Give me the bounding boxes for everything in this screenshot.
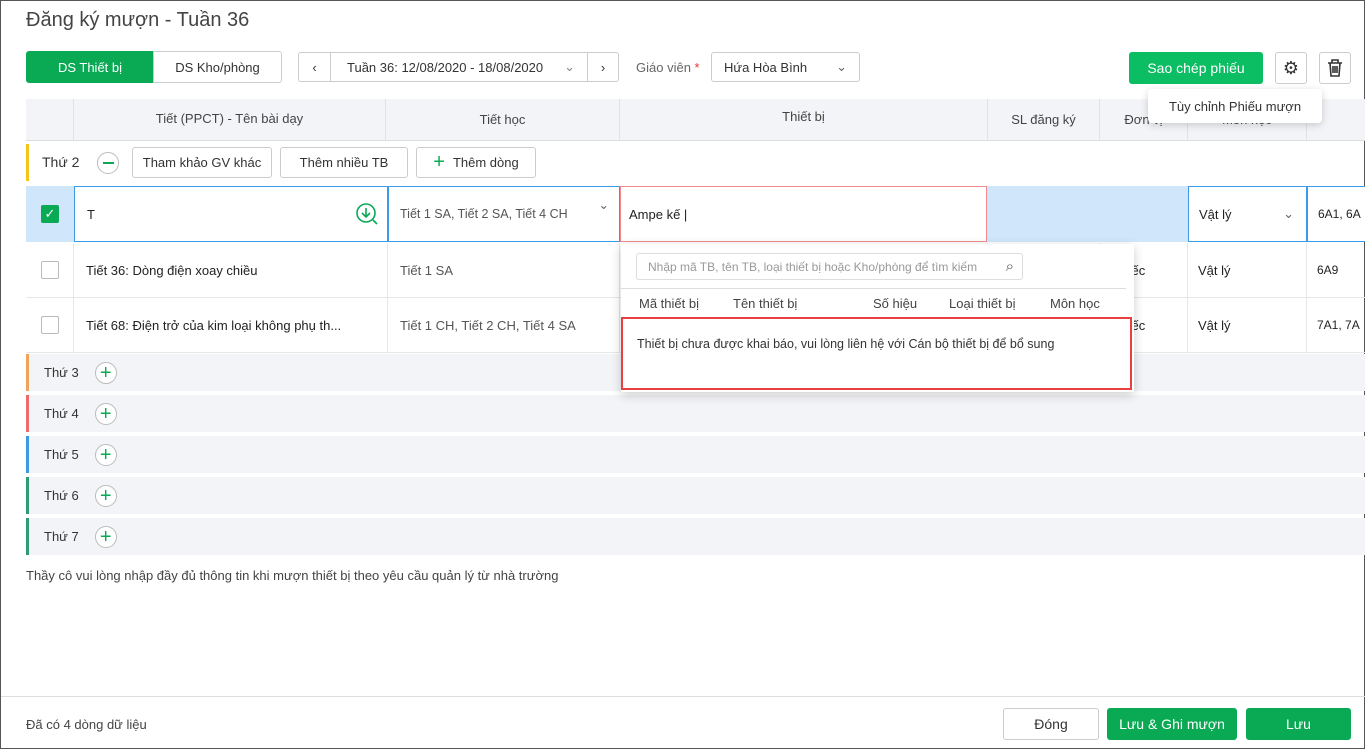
- subject-select[interactable]: Vật lý ⌄: [1188, 186, 1307, 242]
- teacher-label: Giáo viên: [636, 60, 691, 75]
- search-placeholder: Nhập mã TB, tên TB, loại thiết bị hoặc K…: [648, 259, 978, 274]
- day-label: Thứ 2: [42, 154, 80, 170]
- header-device: Thiết bị: [620, 99, 988, 141]
- chevron-down-icon: ⌄: [598, 198, 609, 212]
- row-checkbox-checked[interactable]: ✓: [41, 205, 59, 223]
- teacher-select[interactable]: Hứa Hòa Bình ⌄: [711, 52, 860, 82]
- download-circle-icon[interactable]: [355, 202, 379, 226]
- header-checkbox-col: [26, 99, 74, 141]
- settings-button[interactable]: ⚙: [1275, 52, 1307, 84]
- subject-cell[interactable]: Vật lý: [1188, 298, 1307, 353]
- lesson-value: T: [87, 206, 95, 222]
- device-search-input[interactable]: Nhập mã TB, tên TB, loại thiết bị hoặc K…: [636, 253, 1023, 280]
- week-select[interactable]: Tuần 36: 12/08/2020 - 18/08/2020 ⌄: [330, 52, 588, 82]
- day-group-thu-7: Thứ 7 +: [26, 518, 1365, 555]
- day-group-thu-4: Thứ 4 +: [26, 395, 1365, 432]
- dropdown-col-serial: Số hiệu: [873, 296, 918, 311]
- day-label: Thứ 5: [44, 447, 79, 462]
- plus-icon: +: [433, 151, 445, 173]
- day-label: Thứ 6: [44, 488, 79, 503]
- gear-icon: ⚙: [1282, 57, 1300, 78]
- row-checkbox[interactable]: [41, 316, 59, 334]
- device-input[interactable]: Ampe kế |: [620, 186, 987, 242]
- week-value: Tuần 36: 12/08/2020 - 18/08/2020: [347, 59, 544, 75]
- empty-message: Thiết bị chưa được khai báo, vui lòng li…: [621, 317, 1132, 390]
- class-cell[interactable]: 6A9: [1307, 243, 1365, 298]
- day-group-thu-5: Thứ 5 +: [26, 436, 1365, 473]
- settings-tooltip: Tùy chỉnh Phiếu mượn: [1148, 89, 1322, 123]
- periods-cell[interactable]: Tiết 1 SA: [388, 243, 620, 298]
- save-button[interactable]: Lưu: [1246, 708, 1351, 740]
- row-count: Đã có 4 dòng dữ liệu: [26, 717, 147, 732]
- add-row-plus-icon[interactable]: +: [94, 484, 117, 507]
- add-row-plus-icon[interactable]: +: [94, 443, 117, 466]
- class-cell[interactable]: 7A1, 7A: [1307, 298, 1365, 353]
- add-row-plus-icon[interactable]: +: [94, 361, 117, 384]
- dropdown-col-name: Tên thiết bị: [733, 296, 798, 311]
- collapse-day-button[interactable]: [97, 152, 119, 174]
- dropdown-col-code: Mã thiết bị: [639, 296, 699, 311]
- add-multiple-devices-button[interactable]: Thêm nhiều TB: [280, 147, 408, 178]
- day-label: Thứ 4: [44, 406, 79, 421]
- required-mark: *: [694, 60, 700, 75]
- periods-select[interactable]: Tiết 1 SA, Tiết 2 SA, Tiết 4 CH ⌄: [388, 186, 620, 242]
- day-label: Thứ 3: [44, 365, 79, 380]
- tab-ds-kho-phong[interactable]: DS Kho/phòng: [153, 51, 282, 83]
- reference-teacher-button[interactable]: Tham khảo GV khác: [132, 147, 272, 178]
- checkbox-cell: [26, 243, 74, 298]
- tab-ds-thiet-bi[interactable]: DS Thiết bị: [26, 51, 154, 83]
- day-group-thu-6: Thứ 6 +: [26, 477, 1365, 514]
- info-note: Thầy cô vui lòng nhập đầy đủ thông tin k…: [26, 568, 559, 583]
- chevron-down-icon: ⌄: [836, 59, 847, 74]
- copy-form-button[interactable]: Sao chép phiếu: [1129, 52, 1263, 84]
- class-input[interactable]: 6A1, 6A: [1307, 186, 1365, 242]
- add-row-label: Thêm dòng: [452, 155, 519, 170]
- add-row-plus-icon[interactable]: +: [94, 402, 117, 425]
- teacher-value: Hứa Hòa Bình: [724, 59, 808, 75]
- search-icon: ⌕: [1005, 258, 1014, 275]
- device-search-dropdown: Nhập mã TB, tên TB, loại thiết bị hoặc K…: [621, 244, 1134, 392]
- delete-button[interactable]: [1319, 52, 1351, 84]
- subject-value: Vật lý: [1199, 206, 1232, 222]
- header-periods: Tiết học: [386, 99, 620, 141]
- lesson-cell[interactable]: Tiết 36: Dòng điện xoay chiều: [74, 243, 388, 298]
- minus-icon: [102, 162, 114, 164]
- next-week-button[interactable]: ›: [587, 52, 619, 82]
- add-row-plus-icon[interactable]: +: [94, 525, 117, 548]
- header-lesson: Tiết (PPCT) - Tên bài dạy: [74, 99, 386, 141]
- close-button[interactable]: Đóng: [1003, 708, 1099, 740]
- header-quantity: SL đăng ký: [988, 99, 1100, 141]
- save-and-borrow-button[interactable]: Lưu & Ghi mượn: [1107, 708, 1237, 740]
- trash-icon: [1328, 59, 1342, 77]
- day-label: Thứ 7: [44, 529, 79, 544]
- periods-cell[interactable]: Tiết 1 CH, Tiết 2 CH, Tiết 4 SA: [388, 298, 620, 353]
- page-title: Đăng ký mượn - Tuần 36: [26, 9, 250, 31]
- chevron-down-icon: ⌄: [564, 59, 575, 74]
- dropdown-col-subject: Môn học: [1050, 296, 1100, 311]
- checkbox-cell: [26, 298, 74, 353]
- chevron-down-icon: ⌄: [1283, 206, 1294, 221]
- periods-value: Tiết 1 SA, Tiết 2 SA, Tiết 4 CH: [400, 207, 568, 221]
- lesson-input[interactable]: T: [74, 186, 388, 242]
- row-checkbox[interactable]: [41, 261, 59, 279]
- lesson-cell[interactable]: Tiết 68: Điện trở của kim loại không phụ…: [74, 298, 388, 353]
- subject-cell[interactable]: Vật lý: [1188, 243, 1307, 298]
- dropdown-col-type: Loại thiết bị: [949, 296, 1016, 311]
- add-row-button[interactable]: + Thêm dòng: [416, 147, 536, 178]
- prev-week-button[interactable]: ‹: [298, 52, 331, 82]
